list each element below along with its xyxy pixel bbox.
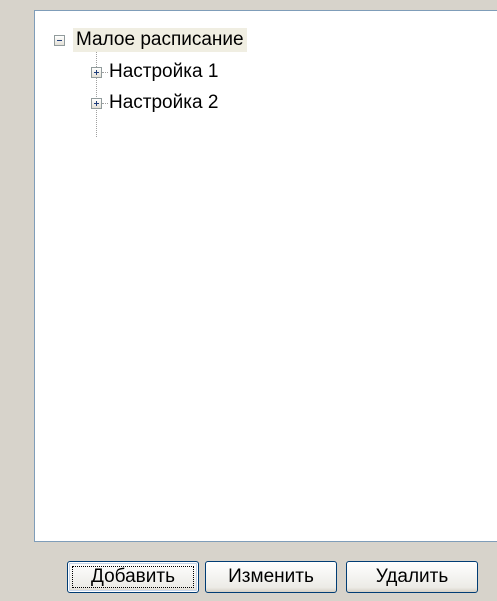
tree-item-child-label: Настройка 1 [109, 61, 219, 82]
collapse-expander-icon[interactable] [54, 34, 65, 46]
tree-item-child[interactable]: Настройка 1 [91, 60, 221, 84]
delete-button[interactable]: Удалить [346, 561, 478, 593]
edit-button[interactable]: Изменить [205, 561, 337, 593]
expand-expander-icon[interactable] [91, 97, 102, 109]
delete-button-label: Удалить [375, 566, 449, 587]
tree-item-root-label: Малое расписание [73, 28, 247, 52]
add-button-label: Добавить [91, 566, 175, 587]
tree-item-child[interactable]: Настройка 2 [91, 91, 221, 115]
add-button[interactable]: Добавить [67, 561, 199, 593]
edit-button-label: Изменить [228, 566, 314, 587]
expand-expander-icon[interactable] [91, 66, 102, 78]
tree-item-root[interactable]: Малое расписание [54, 28, 247, 52]
tree-item-child-label: Настройка 2 [109, 92, 219, 113]
schedule-tree-view[interactable]: Малое расписание Настройка 1 Настройка 2 [34, 10, 497, 542]
